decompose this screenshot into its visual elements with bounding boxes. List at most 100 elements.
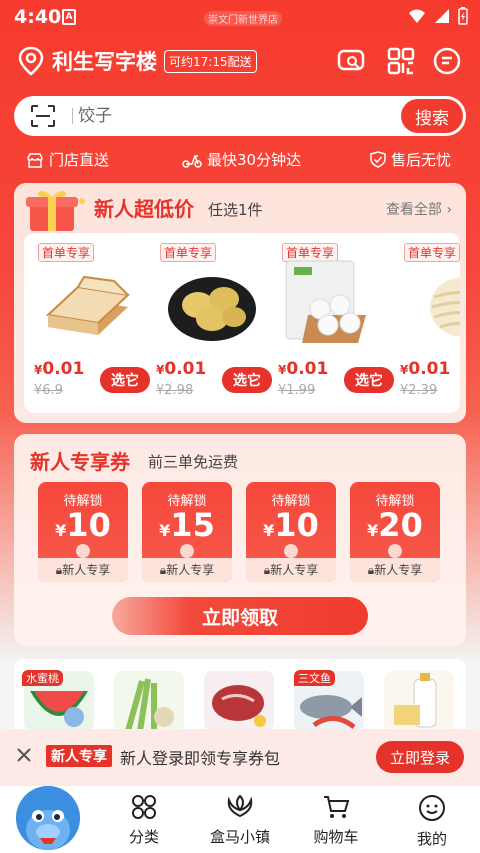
close-icon[interactable] [14,745,34,765]
category-thumb[interactable] [384,671,454,729]
nav-profile[interactable]: 我的 [392,794,472,849]
home-mascot-button[interactable] [16,786,80,850]
coupon-amount: ¥10 [246,506,336,544]
view-all-link[interactable]: 查看全部 › [386,199,452,219]
product-card[interactable]: 首单专享 ¥0.01 ¥2.39 [390,233,460,413]
price-value: 0.01 [42,359,85,379]
coupon-label: 新人专享 [166,563,215,577]
category-tag: 三文鱼 [294,670,335,686]
coupon-footer: 🔒︎新人专享 [350,558,440,582]
login-banner: 新人专享 新人登录即领专享券包 立即登录 [0,729,480,785]
coupon-label: 新人专享 [62,563,111,577]
select-product-button[interactable]: 选它 [100,367,150,393]
feature-label: 售后无忧 [391,151,452,169]
message-icon[interactable] [432,46,462,76]
location-pin-icon[interactable] [18,46,44,76]
original-price: ¥6.9 [34,383,63,398]
town-icon [227,794,253,818]
coupon-label: 新人专享 [270,563,319,577]
product-card[interactable]: 首单专享 ¥0.01 ¥1.99 选它 [268,233,394,413]
feature-store-direct: 门店直送 [26,149,109,170]
product-card[interactable]: 首单专享 ¥0.01 ¥6.9 选它 [24,233,150,413]
steak-icon [204,671,274,729]
scan-icon[interactable] [30,104,56,128]
coupon-footer: 🔒︎新人专享 [246,558,336,582]
currency-symbol: ¥ [159,521,171,540]
search-button[interactable]: 搜索 [401,99,463,133]
select-product-button[interactable]: 选它 [222,367,272,393]
coupon-footer: 🔒︎新人专享 [142,558,232,582]
price-value: 0.01 [164,359,207,379]
amount-value: 20 [378,506,423,544]
category-icon [132,795,156,819]
currency-symbol: ¥ [367,521,379,540]
deal-price: ¥0.01 [278,359,328,379]
coupon-notch [76,544,90,558]
status-time: 4:40 [14,6,62,28]
category-thumb[interactable] [114,671,184,729]
category-thumb[interactable] [204,671,274,729]
gift-icon [26,190,85,231]
coupon[interactable]: 待解锁 ¥10 🔒︎新人专享 [246,482,336,582]
coupon[interactable]: 待解锁 ¥15 🔒︎新人专享 [142,482,232,582]
category-tag: 水蜜桃 [22,670,63,686]
new-user-deal-card: 新人超低价 任选1件 查看全部 › 首单专享 ¥0.01 ¥6.9 选它 首单专… [14,183,466,423]
profile-icon [419,795,445,821]
price-value: 0.01 [408,359,451,379]
select-product-button[interactable]: 选它 [344,367,394,393]
status-bar: 4:40 A 崇文门新世界店 [0,0,480,36]
chat-search-icon[interactable] [336,46,366,76]
nav-label: 盒马小镇 [209,828,270,846]
steamed-bun-icon [285,260,366,343]
currency-symbol: ¥ [55,521,67,540]
location-name[interactable]: 利生写字楼 [52,46,157,76]
login-button[interactable]: 立即登录 [376,741,464,773]
nav-cart[interactable]: 购物车 [296,794,376,847]
coupon-notch [284,544,298,558]
toast-bread-icon [45,275,131,335]
store-icon [27,152,43,168]
product-card[interactable]: 首单专享 ¥0.01 ¥2.98 选它 [146,233,272,413]
amount-value: 10 [274,506,319,544]
app-notification-icon: A [62,9,76,25]
original-price: ¥2.39 [400,383,438,398]
view-all-label: 查看全部 [385,202,442,218]
chevron-right-icon: › [446,202,452,218]
qr-code-icon[interactable] [386,46,416,76]
feature-label: 最快30分钟达 [207,151,302,169]
bottom-nav: 分类 盒马小镇 购物车 我的 [0,785,480,853]
deal-price: ¥0.01 [156,359,206,379]
original-price: ¥2.98 [156,383,194,398]
noodles-icon [430,277,460,337]
search-input[interactable] [78,104,338,128]
vegetables-icon [114,671,184,729]
hippo-mascot-icon [16,786,80,850]
signal-icon [409,9,425,23]
feature-fast-delivery: 最快30分钟达 [182,149,301,170]
price-value: 0.01 [286,359,329,379]
nav-town[interactable]: 盒马小镇 [200,794,280,847]
signal-bars-icon [435,9,449,23]
coupon-amount: ¥20 [350,506,440,544]
amount-value: 10 [66,506,111,544]
milk-icon [384,671,454,729]
coupon-notch [180,544,194,558]
nav-label: 我的 [416,830,447,848]
deal-title: 新人超低价 [94,197,194,221]
login-promo-text: 新人登录即领专享券包 [120,749,281,768]
amount-value: 15 [170,506,215,544]
service-features: 门店直送 最快30分钟达 售后无忧 [0,146,480,174]
new-user-coupon-card: 新人专享券 前三单免运费 待解锁 ¥10 🔒︎新人专享 待解锁 ¥15 🔒︎新人… [14,434,466,646]
coupon[interactable]: 待解锁 ¥20 🔒︎新人专享 [350,482,440,582]
coupon-notch [388,544,402,558]
search-bar: 搜索 [14,96,466,136]
coupon[interactable]: 待解锁 ¥10 🔒︎新人专享 [38,482,128,582]
nav-category[interactable]: 分类 [104,794,184,847]
header: 利生写字楼 可约17:15配送 [0,40,480,84]
nav-label: 购物车 [313,828,359,846]
deal-price: ¥0.01 [400,359,450,379]
claim-coupons-button[interactable]: 立即领取 [112,597,368,635]
coupon-footer: 🔒︎新人专享 [38,558,128,582]
battery-icon [458,7,468,25]
delivery-time-badge[interactable]: 可约17:15配送 [164,50,257,73]
